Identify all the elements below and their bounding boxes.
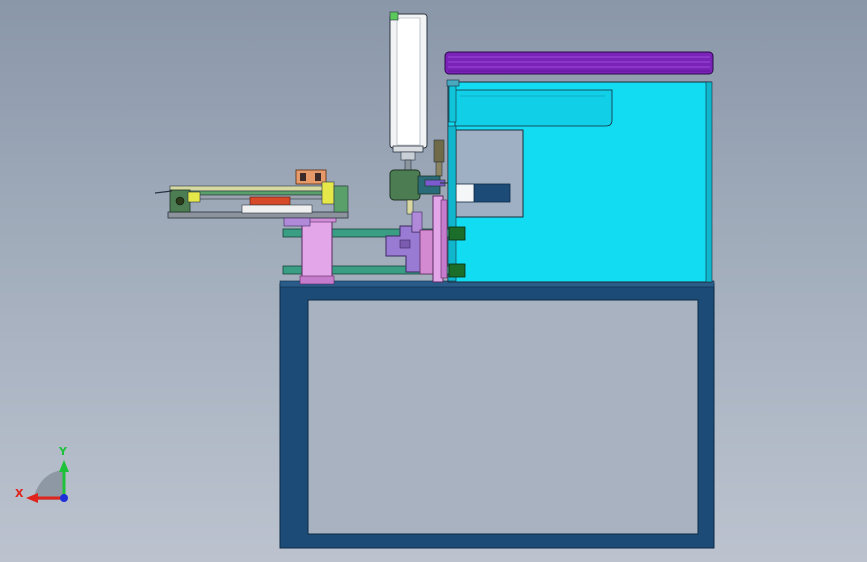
machine-drawing: Y X — [15, 11, 715, 549]
frame-window — [307, 299, 699, 535]
enclosure-right-wall — [705, 81, 713, 283]
base-frame — [279, 280, 715, 549]
feeder-arm — [154, 169, 349, 227]
triad-y-label: Y — [58, 445, 68, 458]
roof-panel — [444, 51, 714, 75]
window-slider-light — [455, 183, 475, 203]
window-slider-dark — [473, 183, 511, 203]
triad-x-label: X — [15, 487, 24, 500]
vertical-cylinder — [389, 11, 445, 177]
cyan-enclosure — [446, 79, 713, 283]
cad-viewport[interactable]: Y X — [0, 0, 867, 562]
enclosure-window — [455, 129, 524, 218]
enclosure-top-recess — [454, 89, 613, 127]
axis-triad: Y X — [15, 445, 69, 503]
